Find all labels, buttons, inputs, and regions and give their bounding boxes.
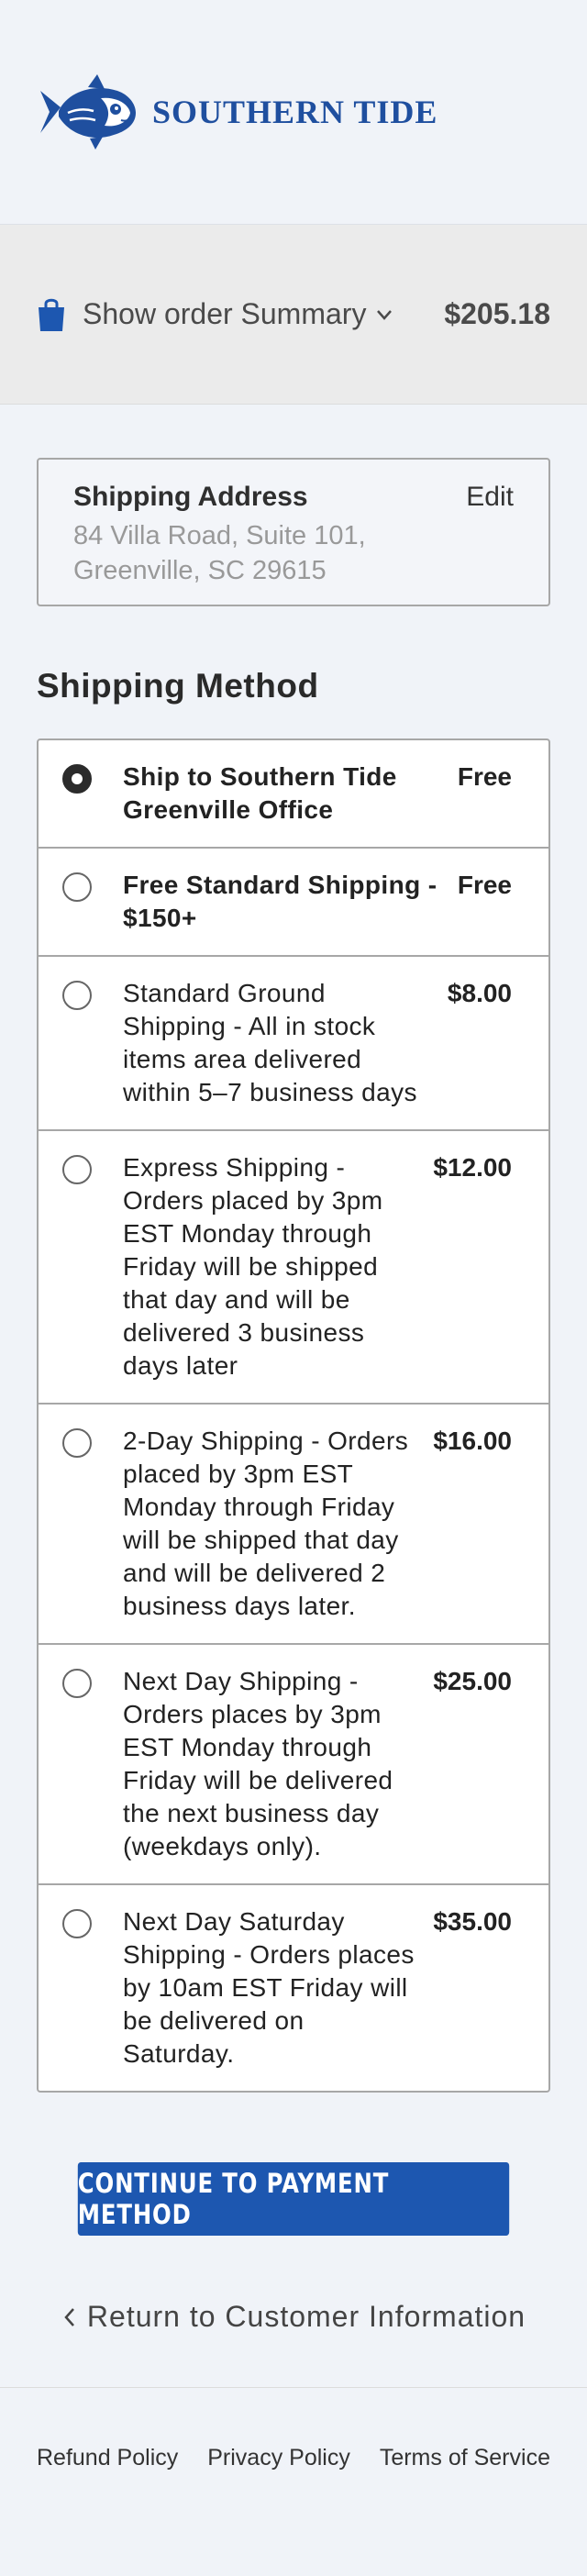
continue-to-payment-button[interactable]: CONTINUE TO PAYMENT METHOD <box>77 2162 510 2236</box>
shipping-option-price: Free <box>457 871 512 899</box>
shipping-option-price: $8.00 <box>447 979 512 1007</box>
site-header: SOUTHERN TIDE <box>0 0 587 225</box>
shipping-option-express[interactable]: Express Shipping - Orders placed by 3pm … <box>39 1129 548 1403</box>
chevron-down-icon <box>377 309 393 320</box>
radio-button[interactable] <box>62 1909 92 1938</box>
order-total: $205.18 <box>444 297 550 330</box>
shipping-method-title: Shipping Method <box>37 667 319 705</box>
shipping-option-label: Free Standard Shipping - $150+ <box>123 871 437 932</box>
skipjack-fish-logo-icon <box>40 74 136 150</box>
chevron-left-icon <box>64 2307 74 2326</box>
shipping-option-next-day-saturday[interactable]: Next Day Saturday Shipping - Orders plac… <box>39 1883 548 2091</box>
shipping-address-box: Shipping Address 84 Villa Road, Suite 10… <box>37 458 550 606</box>
shipping-option-label: Next Day Saturday Shipping - Orders plac… <box>123 1907 415 2068</box>
policy-footer: Refund Policy Privacy Policy Terms of Se… <box>0 2387 587 2528</box>
shipping-option-label: Next Day Shipping - Orders places by 3pm… <box>123 1667 393 1860</box>
shipping-method-list: Ship to Southern Tide Greenville Office … <box>37 738 550 2093</box>
shipping-option-label: Standard Ground Shipping - All in stock … <box>123 979 417 1106</box>
address-line-2: Greenville, SC 29615 <box>73 556 327 585</box>
terms-of-service-link[interactable]: Terms of Service <box>380 2445 550 2471</box>
shipping-option-standard-ground[interactable]: Standard Ground Shipping - All in stock … <box>39 955 548 1129</box>
shipping-option-next-day[interactable]: Next Day Shipping - Orders places by 3pm… <box>39 1643 548 1883</box>
radio-button[interactable] <box>62 872 92 902</box>
show-order-summary-toggle[interactable]: Show order Summary <box>83 297 393 331</box>
shopping-bag-icon <box>39 298 64 331</box>
shipping-option-label: 2-Day Shipping - Orders placed by 3pm ES… <box>123 1427 409 1620</box>
order-summary-bar: Show order Summary $205.18 <box>0 225 587 405</box>
refund-policy-link[interactable]: Refund Policy <box>37 2445 178 2471</box>
shipping-option-price: $35.00 <box>433 1907 512 1936</box>
shipping-option-price: $25.00 <box>433 1667 512 1695</box>
edit-address-link[interactable]: Edit <box>466 482 514 513</box>
shipping-address-title: Shipping Address <box>73 482 308 512</box>
shipping-option-label: Express Shipping - Orders placed by 3pm … <box>123 1153 383 1380</box>
return-link-label: Return to Customer Information <box>86 2300 526 2333</box>
shipping-option-label: Ship to Southern Tide Greenville Office <box>123 762 397 824</box>
radio-button[interactable] <box>62 1669 92 1698</box>
shipping-option-price: $12.00 <box>433 1153 512 1182</box>
radio-button[interactable] <box>62 1428 92 1458</box>
order-summary-label: Show order Summary <box>83 297 367 330</box>
brand-logo[interactable]: SOUTHERN TIDE <box>37 71 437 153</box>
brand-name: SOUTHERN TIDE <box>152 94 438 130</box>
address-line-1: 84 Villa Road, Suite 101, <box>73 521 366 550</box>
continue-button-wrap: CONTINUE TO PAYMENT METHOD <box>37 2162 550 2236</box>
shipping-option-2-day[interactable]: 2-Day Shipping - Orders placed by 3pm ES… <box>39 1403 548 1643</box>
return-to-customer-info-link[interactable]: Return to Customer Information <box>37 2300 550 2334</box>
radio-button[interactable] <box>62 981 92 1010</box>
radio-button[interactable] <box>62 1155 92 1184</box>
shipping-option-greenville-office[interactable]: Ship to Southern Tide Greenville Office … <box>39 740 548 847</box>
radio-button[interactable] <box>62 764 92 794</box>
shipping-option-free-standard[interactable]: Free Standard Shipping - $150+ Free <box>39 847 548 955</box>
shipping-option-price: Free <box>457 762 512 791</box>
shipping-option-price: $16.00 <box>433 1427 512 1455</box>
checkout-main: Shipping Address 84 Villa Road, Suite 10… <box>0 458 587 2334</box>
privacy-policy-link[interactable]: Privacy Policy <box>207 2445 350 2471</box>
